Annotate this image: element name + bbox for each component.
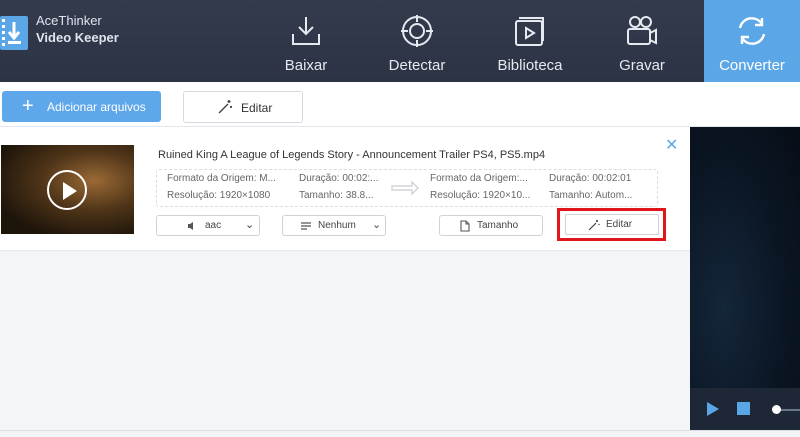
subtitle-select[interactable]: Nenhum ⌄ (282, 215, 386, 236)
tab-baixar[interactable]: Baixar (251, 0, 361, 82)
preview-controls (690, 388, 800, 430)
list-item: Ruined King A League of Legends Story - … (0, 127, 690, 251)
magic-wand-icon (588, 220, 600, 231)
tab-detectar-label: Detectar (388, 57, 446, 74)
edit-button-top[interactable]: Editar (183, 91, 303, 123)
tab-converter[interactable]: Converter (704, 0, 800, 82)
app-name-line1: AceThinker (36, 13, 102, 28)
tab-gravar-label: Gravar (619, 57, 665, 74)
size-button-label: Tamanho (477, 220, 519, 231)
top-bar: AceThinker Video Keeper Baixar Detectar … (0, 0, 800, 82)
edit-button[interactable]: Editar (565, 214, 659, 235)
toolbar: + Adicionar arquivos Editar (0, 82, 800, 127)
magic-wand-icon (218, 100, 232, 114)
subtitle-icon (301, 222, 311, 230)
tab-biblioteca-label: Biblioteca (497, 57, 563, 74)
add-files-button[interactable]: + Adicionar arquivos (2, 91, 161, 122)
audio-value: aac (205, 220, 222, 231)
output-format: Formato da Origem:... (430, 173, 528, 184)
arrow-right-icon (391, 180, 419, 196)
output-duration: Duração: 00:02:01 (549, 173, 632, 184)
tab-detectar[interactable]: Detectar (362, 0, 472, 82)
play-icon[interactable] (706, 401, 720, 417)
chevron-down-icon: ⌄ (245, 219, 255, 231)
library-icon (515, 17, 544, 46)
progress-handle[interactable] (772, 405, 781, 414)
target-icon (401, 15, 433, 47)
add-files-label: Adicionar arquivos (47, 100, 146, 114)
file-icon (460, 220, 470, 232)
play-icon[interactable] (47, 170, 87, 210)
source-format: Formato da Origem: M... (167, 173, 276, 184)
file-list: Ruined King A League of Legends Story - … (0, 127, 690, 430)
download-icon (292, 17, 320, 45)
camera-icon (627, 16, 657, 45)
preview-pane (690, 127, 800, 430)
app-name-line2: Video Keeper (36, 30, 119, 45)
size-button[interactable]: Tamanho (439, 215, 543, 236)
edit-button-label: Editar (606, 219, 633, 230)
speaker-icon (188, 222, 193, 230)
bottom-bar (0, 430, 800, 437)
app-logo: AceThinker Video Keeper (0, 10, 140, 50)
plus-icon: + (22, 95, 34, 117)
audio-select[interactable]: aac ⌄ (156, 215, 260, 236)
source-duration: Duração: 00:02:... (299, 173, 379, 184)
film-download-icon (0, 16, 28, 50)
video-thumbnail[interactable] (1, 145, 134, 234)
edit-label-top: Editar (241, 101, 273, 115)
convert-icon (738, 17, 766, 45)
stop-icon[interactable] (737, 402, 750, 415)
output-resolution: Resolução: 1920×10... (430, 190, 531, 201)
tab-biblioteca[interactable]: Biblioteca (475, 0, 585, 82)
subtitle-value: Nenhum (318, 220, 356, 231)
source-resolution: Resolução: 1920×1080 (167, 190, 271, 201)
tab-baixar-label: Baixar (284, 57, 328, 74)
source-size: Tamanho: 38.8... (299, 190, 374, 201)
output-size: Tamanho: Autom... (549, 190, 633, 201)
close-icon[interactable]: ✕ (665, 135, 678, 155)
tab-converter-label: Converter (719, 57, 785, 74)
tab-gravar[interactable]: Gravar (587, 0, 697, 82)
chevron-down-icon: ⌄ (372, 219, 382, 231)
file-title: Ruined King A League of Legends Story - … (158, 149, 546, 161)
